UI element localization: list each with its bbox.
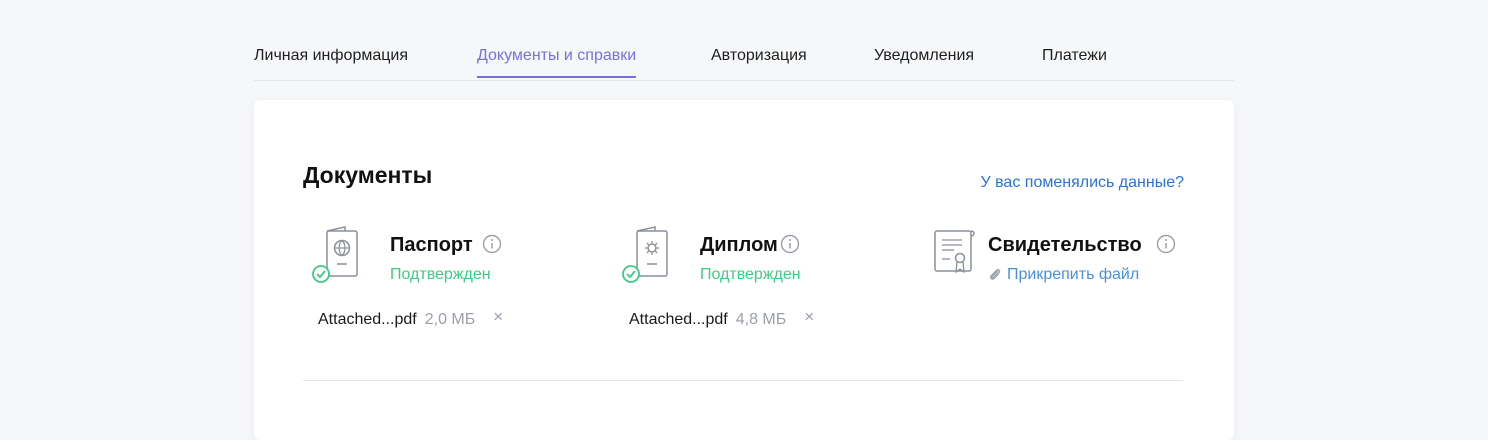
file-name[interactable]: Attached...pdf <box>318 311 417 329</box>
certificate-icon <box>934 230 975 274</box>
data-changed-link[interactable]: У вас поменялись данные? <box>981 174 1185 192</box>
tab-bar: Личная информация Документы и справки Ав… <box>254 38 1234 81</box>
tab-documents[interactable]: Документы и справки <box>477 47 637 78</box>
file-name[interactable]: Attached...pdf <box>629 311 728 329</box>
remove-file-button[interactable]: × <box>493 307 503 327</box>
info-icon[interactable] <box>1156 234 1176 254</box>
status-badge: Подтвержден <box>700 266 801 283</box>
divider <box>303 380 1183 381</box>
document-certificate: Свидетельство Прикрепить файл <box>932 226 1192 346</box>
info-icon[interactable] <box>482 234 502 254</box>
section-title: Документы <box>303 162 433 188</box>
remove-file-button[interactable]: × <box>804 307 814 327</box>
document-name: Диплом <box>700 234 778 256</box>
paperclip-icon <box>990 268 1001 280</box>
tab-notifications[interactable]: Уведомления <box>874 47 974 76</box>
attached-file: Attached...pdf 4,8 МБ × <box>629 307 814 330</box>
tab-personal-info[interactable]: Личная информация <box>254 47 408 76</box>
tab-authorization[interactable]: Авторизация <box>711 47 807 76</box>
status-badge: Подтвержден <box>390 266 491 283</box>
info-icon[interactable] <box>780 234 800 254</box>
attach-file-button[interactable]: Прикрепить файл <box>988 266 1139 284</box>
document-name: Свидетельство <box>988 234 1142 256</box>
file-size: 4,8 МБ <box>735 311 787 328</box>
document-passport: Паспорт Подтвержден Attached...pdf 2,0 М… <box>312 226 572 346</box>
attached-file: Attached...pdf 2,0 МБ × <box>318 307 503 330</box>
document-name: Паспорт <box>390 234 473 256</box>
attach-file-label: Прикрепить файл <box>1007 266 1140 283</box>
tab-payments[interactable]: Платежи <box>1042 47 1107 76</box>
file-size: 2,0 МБ <box>424 311 476 328</box>
documents-card: Документы У вас поменялись данные? Паспо… <box>254 100 1234 440</box>
diploma-icon <box>622 226 668 283</box>
document-diploma: Диплом Подтвержден Attached...pdf 4,8 МБ… <box>622 226 882 346</box>
passport-icon <box>312 226 358 283</box>
